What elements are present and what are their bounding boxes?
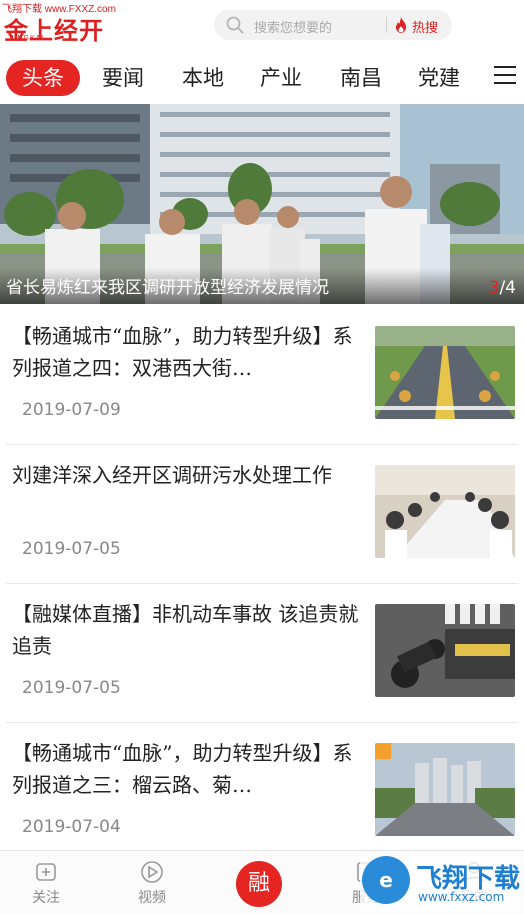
tab-nanchang[interactable]: 南昌 <box>330 60 392 96</box>
search-input[interactable]: 搜索您想要的 <box>254 17 332 36</box>
news-title: 刘建洋深入经开区调研污水处理工作 <box>12 463 332 487</box>
watermark-logo: e 飞翔下载 www.fxxz.com <box>360 852 520 912</box>
news-title: 【畅通城市“血脉”，助力转型升级】系列报道之三：榴云路、菊… <box>12 741 353 797</box>
news-date: 2019-07-05 <box>22 539 121 559</box>
search-bar[interactable]: 搜索您想要的 热搜 <box>214 10 452 40</box>
banner-caption[interactable]: 省长易炼红来我区调研开放型经济发展情况 <box>6 273 329 298</box>
app-root: 金上经开 JINGKAI 飞翔下载 www.FXXZ.com 搜索您想要的 热搜… <box>0 0 524 914</box>
news-thumbnail <box>375 465 515 558</box>
news-thumbnail <box>375 326 515 419</box>
news-list: 【畅通城市“血脉”，助力转型升级】系列报道之四：双港西大街… 2019-07-0… <box>0 306 524 862</box>
banner-carousel[interactable]: 省长易炼红来我区调研开放型经济发展情况 3/4 <box>0 104 524 304</box>
menu-icon[interactable] <box>494 66 516 86</box>
news-item[interactable]: 【畅通城市“血脉”，助力转型升级】系列报道之三：榴云路、菊… 2019-07-0… <box>0 723 524 862</box>
tab-news[interactable]: 要闻 <box>92 60 154 96</box>
news-item[interactable]: 【融媒体直播】非机动车事故 该追责就追责 2019-07-05 <box>0 584 524 723</box>
banner-current-index: 3 <box>488 278 500 298</box>
tab-industry[interactable]: 产业 <box>250 60 312 96</box>
news-item[interactable]: 刘建洋深入经开区调研污水处理工作 2019-07-05 <box>0 445 524 584</box>
search-divider <box>386 17 387 33</box>
flame-icon <box>396 17 406 33</box>
nav-follow[interactable]: 关注 <box>6 859 86 907</box>
news-thumbnail <box>375 604 515 697</box>
news-thumbnail <box>375 743 515 836</box>
nav-label: 关注 <box>32 890 60 906</box>
category-tabs: 头条 要闻 本地 产业 南昌 党建 <box>0 58 524 98</box>
logo-subtext: JINGKAI <box>10 35 45 42</box>
video-icon <box>141 861 163 883</box>
banner-total: /4 <box>499 278 516 298</box>
search-icon <box>226 16 244 34</box>
news-item[interactable]: 【畅通城市“血脉”，助力转型升级】系列报道之四：双港西大街… 2019-07-0… <box>0 306 524 445</box>
news-date: 2019-07-09 <box>22 400 121 420</box>
header: 金上经开 JINGKAI 飞翔下载 www.FXXZ.com 搜索您想要的 热搜 <box>0 0 524 50</box>
nav-video[interactable]: 视频 <box>112 859 192 907</box>
news-date: 2019-07-05 <box>22 678 121 698</box>
rong-media-button[interactable]: 融 <box>236 861 282 907</box>
tab-headlines[interactable]: 头条 <box>6 60 80 96</box>
nav-label: 视频 <box>138 890 166 906</box>
watermark-circle-icon: e <box>362 856 410 904</box>
banner-page-indicator: 3/4 <box>489 278 516 298</box>
hot-search-button[interactable]: 热搜 <box>412 17 438 36</box>
news-date: 2019-07-04 <box>22 817 121 837</box>
news-title: 【融媒体直播】非机动车事故 该追责就追责 <box>12 602 359 658</box>
watermark-url: www.fxxz.com <box>418 890 505 904</box>
tab-local[interactable]: 本地 <box>172 60 234 96</box>
watermark-top: 飞翔下载 www.FXXZ.com <box>0 0 118 15</box>
tab-party[interactable]: 党建 <box>408 60 470 96</box>
news-title: 【畅通城市“血脉”，助力转型升级】系列报道之四：双港西大街… <box>12 324 353 380</box>
follow-icon <box>36 863 56 881</box>
